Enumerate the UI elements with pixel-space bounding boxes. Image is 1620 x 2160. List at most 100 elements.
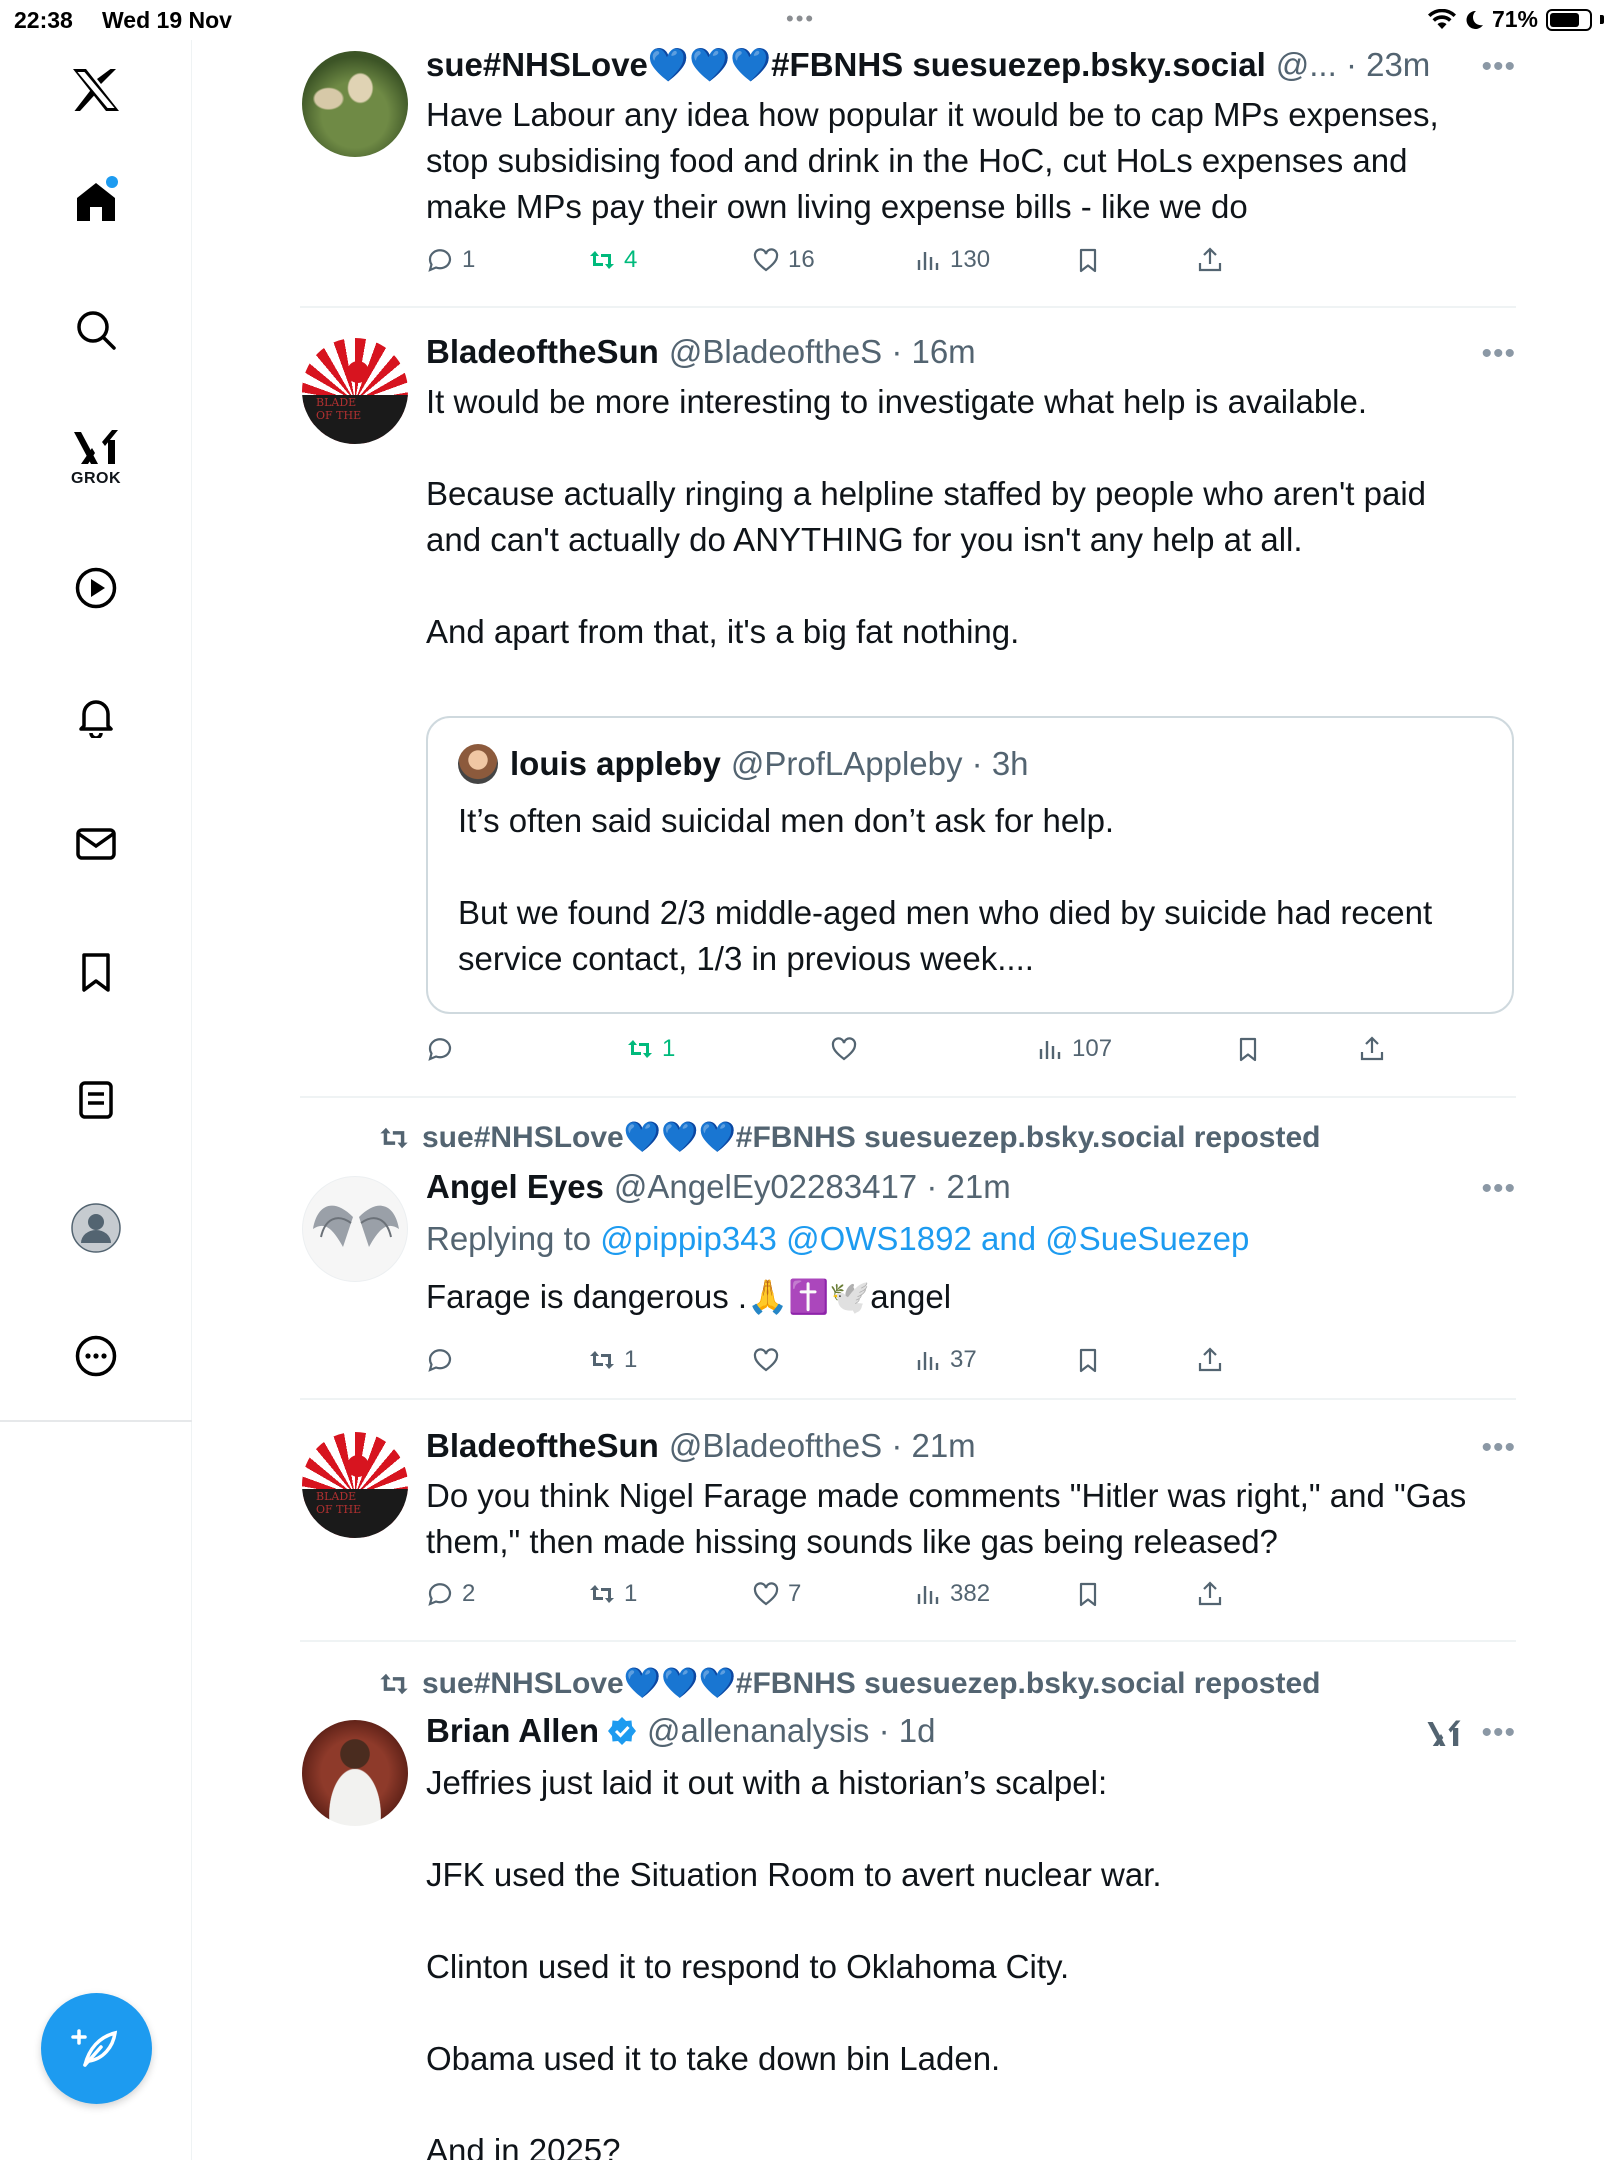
more-options-icon[interactable]: •••	[1481, 50, 1516, 84]
text-line: Because actually ringing a helpline staf…	[426, 475, 1427, 512]
repost-attribution-text: sue#NHSLove💙💙💙#FBNHS suesuezep.bsky.soci…	[422, 1121, 1321, 1154]
bookmark-button[interactable]	[1074, 246, 1102, 274]
text-line	[426, 563, 1486, 609]
status-indicators: 71%	[1427, 6, 1604, 33]
tweet-text: Have Labour any idea how popular it woul…	[426, 92, 1486, 230]
sidebar-item-bookmarks[interactable]	[60, 936, 132, 1008]
repost-button[interactable]: 1	[626, 1035, 675, 1063]
sidebar-item-lists[interactable]	[60, 1064, 132, 1136]
quoted-header: louis appleby @ProfLAppleby · 3h	[458, 744, 1029, 784]
author-handle-time[interactable]: @BladeoftheS · 21m	[669, 1427, 976, 1465]
reply-button[interactable]: 2	[426, 1580, 475, 1608]
sidebar-item-search[interactable]	[60, 294, 132, 366]
sidebar-item-grok[interactable]: GROK	[60, 422, 132, 494]
sidebar-item-messages[interactable]	[60, 808, 132, 880]
mail-icon	[76, 828, 116, 860]
bookmark-icon	[1079, 248, 1097, 273]
replying-to-mentions[interactable]: @pippip343 @OWS1892 and @SueSuezep	[600, 1220, 1249, 1257]
views-button[interactable]: 37	[914, 1346, 977, 1374]
heart-icon	[753, 1348, 779, 1372]
author-handle-time[interactable]: @allenanalysis · 1d	[647, 1712, 935, 1750]
view-count: 37	[950, 1346, 977, 1373]
author-name[interactable]: Brian Allen	[426, 1712, 599, 1750]
divider	[300, 1640, 1516, 1642]
text-line: And in 2025?	[426, 2132, 621, 2160]
like-button[interactable]	[830, 1035, 866, 1063]
text-line: But we found 2/3 middle-aged men who die…	[458, 894, 1433, 931]
battery-percent: 71%	[1491, 6, 1538, 32]
repost-attribution[interactable]: sue#NHSLove💙💙💙#FBNHS suesuezep.bsky.soci…	[378, 1666, 1320, 1701]
quoted-tweet[interactable]: louis appleby @ProfLAppleby · 3h It’s of…	[426, 716, 1514, 1014]
repost-attribution-text: sue#NHSLove💙💙💙#FBNHS suesuezep.bsky.soci…	[422, 1667, 1321, 1700]
multitasking-dots[interactable]: •••	[786, 6, 815, 32]
tweet-text: Jeffries just laid it out with a histori…	[426, 1760, 1486, 2160]
sidebar-item-notifications[interactable]	[60, 680, 132, 752]
views-button[interactable]: 382	[914, 1580, 990, 1608]
author-handle-time[interactable]: @... · 23m	[1276, 46, 1431, 84]
more-options-icon[interactable]: •••	[1481, 1431, 1516, 1465]
reply-button[interactable]: 1	[426, 246, 475, 274]
avatar[interactable]	[302, 51, 408, 157]
sidebar-divider	[0, 1420, 192, 1422]
reply-button[interactable]	[426, 1035, 462, 1063]
author-handle-time[interactable]: @BladeoftheS · 16m	[669, 333, 976, 371]
bookmark-button[interactable]	[1234, 1035, 1262, 1063]
bookmark-button[interactable]	[1074, 1346, 1102, 1374]
author-name[interactable]: Angel Eyes	[426, 1168, 604, 1206]
like-button[interactable]	[752, 1346, 788, 1374]
repost-button[interactable]: 4	[588, 246, 637, 274]
share-button[interactable]	[1196, 1346, 1224, 1374]
view-count: 107	[1072, 1035, 1113, 1062]
sidebar-item-more[interactable]	[60, 1320, 132, 1392]
repost-button[interactable]: 1	[588, 1346, 637, 1374]
share-button[interactable]	[1358, 1035, 1386, 1063]
text-line: JFK used the Situation Room to avert nuc…	[426, 1856, 1162, 1893]
avatar[interactable]: BLADE OF THE	[302, 1432, 408, 1538]
text-line: and can't actually do ANYTHING for you i…	[426, 521, 1303, 558]
views-button[interactable]: 130	[914, 246, 990, 274]
text-line	[426, 2082, 1486, 2128]
status-bar: 22:38 Wed 19 Nov ••• 71%	[0, 0, 1620, 40]
author-name[interactable]: BladeoftheSun	[426, 333, 659, 371]
tweet-text: Farage is dangerous .🙏✝️🕊️angel	[426, 1274, 1486, 1320]
sidebar-item-profile[interactable]	[60, 1192, 132, 1264]
divider	[300, 1398, 1516, 1400]
avatar[interactable]	[302, 1720, 408, 1826]
repost-attribution[interactable]: sue#NHSLove💙💙💙#FBNHS suesuezep.bsky.soci…	[378, 1120, 1320, 1155]
quoted-avatar[interactable]	[458, 744, 498, 784]
bookmark-icon	[1079, 1348, 1097, 1373]
x-logo-icon[interactable]	[60, 54, 132, 126]
more-circle-icon	[75, 1335, 117, 1377]
author-handle-time[interactable]: @AngelEy02283417 · 21m	[614, 1168, 1011, 1206]
more-options-icon[interactable]: •••	[1481, 337, 1516, 371]
share-button[interactable]	[1196, 1580, 1224, 1608]
wifi-icon	[1427, 8, 1456, 29]
quoted-author-name[interactable]: louis appleby	[510, 745, 721, 783]
quoted-handle-time[interactable]: @ProfLAppleby · 3h	[731, 745, 1029, 783]
share-button[interactable]	[1196, 246, 1224, 274]
sidebar-item-videos[interactable]	[60, 552, 132, 624]
grok-explain-icon[interactable]	[1426, 1718, 1462, 1750]
tweet-header: Brian Allen @allenanalysis · 1d	[426, 1712, 935, 1750]
repost-button[interactable]: 1	[588, 1580, 637, 1608]
avatar[interactable]: BLADE OF THE	[302, 338, 408, 444]
more-options-icon[interactable]: •••	[1481, 1716, 1516, 1750]
tweet-actions: 1 37	[426, 1346, 1426, 1386]
reply-context: Replying to @pippip343 @OWS1892 and @Sue…	[426, 1216, 1486, 1262]
compose-button[interactable]	[41, 1993, 152, 2104]
views-button[interactable]: 107	[1036, 1035, 1112, 1063]
more-options-icon[interactable]: •••	[1481, 1172, 1516, 1206]
like-count: 7	[788, 1580, 802, 1607]
reply-button[interactable]	[426, 1346, 462, 1374]
sidebar-item-home[interactable]	[60, 166, 132, 238]
avatar[interactable]	[302, 1176, 408, 1282]
play-circle-icon	[75, 567, 117, 609]
text-line: Clinton used it to respond to Oklahoma C…	[426, 1948, 1070, 1985]
tweet-header: Angel Eyes @AngelEy02283417 · 21m	[426, 1168, 1011, 1206]
text-line: Have Labour any idea how popular it woul…	[426, 96, 1439, 133]
like-button[interactable]: 7	[752, 1580, 801, 1608]
bookmark-button[interactable]	[1074, 1580, 1102, 1608]
author-name[interactable]: BladeoftheSun	[426, 1427, 659, 1465]
like-button[interactable]: 16	[752, 246, 815, 274]
author-name[interactable]: sue#NHSLove💙💙💙#FBNHS suesuezep.bsky.soci…	[426, 46, 1266, 85]
